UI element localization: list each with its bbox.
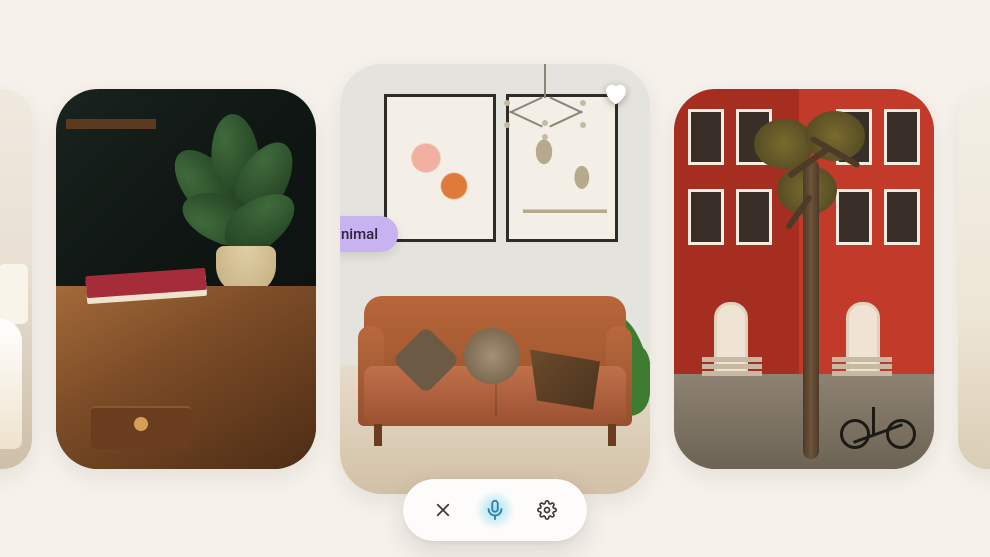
image-carousel[interactable]: Minimal: [0, 0, 990, 557]
desk-plant-card[interactable]: [56, 89, 316, 469]
close-icon: [434, 501, 452, 519]
townhouse-card[interactable]: [674, 89, 934, 469]
mic-icon: [484, 499, 506, 521]
peek-left-card[interactable]: [0, 89, 32, 469]
close-button[interactable]: [423, 490, 463, 530]
peek-left-illustration: [0, 89, 32, 469]
peek-right-card[interactable]: [958, 89, 990, 469]
gear-icon: [537, 500, 557, 520]
sofa-card[interactable]: Minimal: [340, 64, 650, 494]
townhouse-illustration: [674, 89, 934, 469]
voice-control-bar: [403, 479, 587, 541]
peek-right-illustration: [958, 89, 990, 469]
settings-button[interactable]: [527, 490, 567, 530]
heart-icon: [602, 80, 630, 112]
sofa-illustration: [340, 64, 650, 494]
style-tag-label: Minimal: [340, 225, 378, 243]
style-tag[interactable]: Minimal: [340, 216, 398, 252]
mic-button[interactable]: [475, 490, 515, 530]
desk-plant-illustration: [56, 89, 316, 469]
favorite-button[interactable]: [598, 78, 634, 114]
